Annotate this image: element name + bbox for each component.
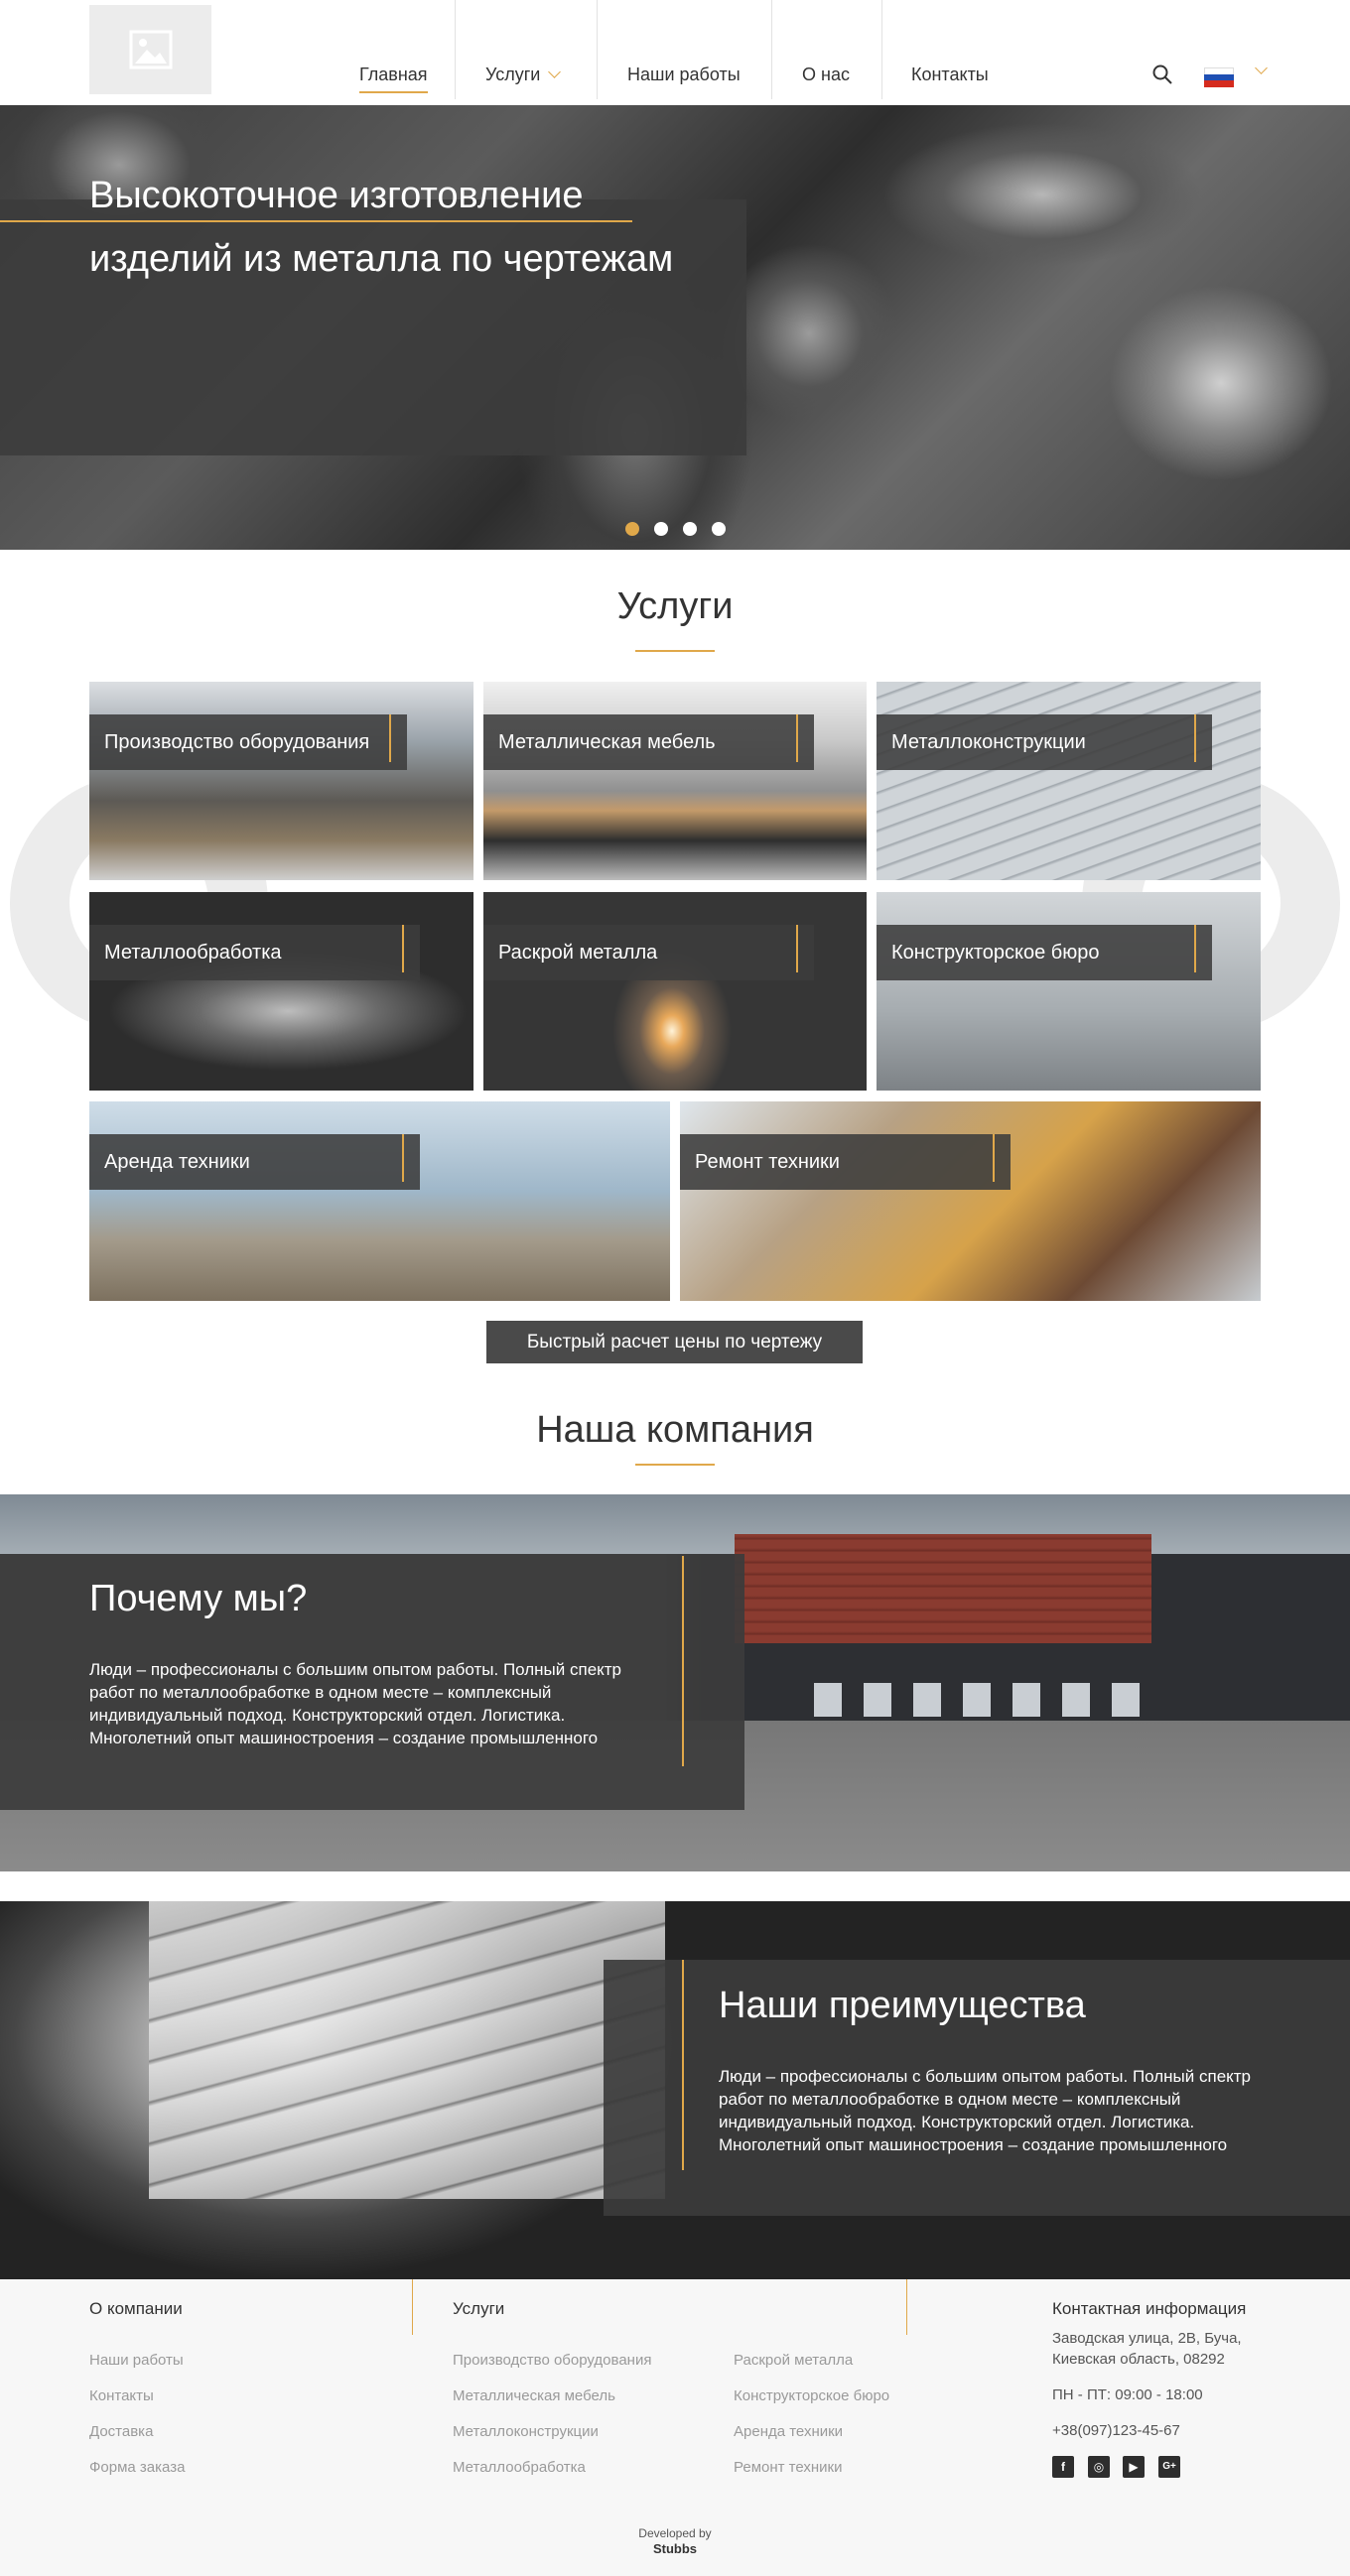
nav-services[interactable]: Услуги	[485, 64, 562, 85]
service-tile-label: Аренда техники	[89, 1134, 420, 1190]
footer-hours: ПН - ПТ: 09:00 - 18:00	[1052, 2386, 1203, 2403]
footer-address: Заводская улица, 2В, Буча, Киевская обла…	[1052, 2328, 1242, 2370]
service-tile-label: Конструкторское бюро	[877, 925, 1212, 980]
youtube-icon[interactable]: ▶	[1123, 2456, 1145, 2478]
service-tile-label: Раскрой металла	[483, 925, 814, 980]
nav-divider	[771, 0, 772, 99]
footer-contact-heading: Контактная информация	[1052, 2299, 1247, 2318]
why-us-accent-bar	[682, 1556, 684, 1766]
advantages-text: Люди – профессионалы с большим опытом ра…	[719, 2067, 1252, 2154]
services-title-underline	[635, 650, 715, 652]
advantages-title: Наши преимущества	[719, 1985, 1086, 2026]
footer-services-heading: Услуги	[453, 2299, 505, 2318]
instagram-icon[interactable]: ◎	[1088, 2456, 1110, 2478]
slider-dot-2[interactable]	[654, 522, 668, 536]
site-header: Главная Услуги Наши работы О нас Контакт…	[0, 0, 1350, 105]
footer-about-heading: О компании	[89, 2299, 183, 2318]
footer-link-cutting[interactable]: Раскрой металла	[734, 2352, 853, 2369]
service-tile-furniture[interactable]: Металлическая мебель	[483, 682, 867, 880]
service-tile-design-bureau[interactable]: Конструкторское бюро	[877, 892, 1261, 1091]
steel-profiles-image	[149, 1901, 665, 2199]
logo-placeholder[interactable]	[89, 5, 211, 94]
footer-link-equipment[interactable]: Производство оборудования	[453, 2352, 651, 2369]
search-icon[interactable]	[1151, 64, 1173, 85]
service-tile-structures[interactable]: Металлоконструкции	[877, 682, 1261, 880]
building-window	[814, 1683, 842, 1717]
nav-home[interactable]: Главная	[359, 64, 428, 93]
service-tile-metalworking[interactable]: Металлообработка	[89, 892, 473, 1091]
service-tile-label: Ремонт техники	[680, 1134, 1011, 1190]
service-tile-rental[interactable]: Аренда техники	[89, 1101, 670, 1301]
hero-title-line2: изделий из металла по чертежам	[89, 238, 674, 280]
building-window	[1112, 1683, 1140, 1717]
company-title: Наша компания	[536, 1409, 814, 1451]
slider-dot-4[interactable]	[712, 522, 726, 536]
building-window	[1012, 1683, 1040, 1717]
footer-link-order-form[interactable]: Форма заказа	[89, 2459, 185, 2476]
building-bricks	[735, 1534, 1151, 1643]
slider-dots	[625, 522, 726, 536]
image-placeholder-icon	[129, 30, 172, 69]
address-line1: Заводская улица, 2В, Буча,	[1052, 2330, 1242, 2347]
language-chevron-down-icon[interactable]	[1255, 62, 1268, 74]
footer-divider	[906, 2279, 907, 2335]
service-tile-label: Производство оборудования	[89, 714, 407, 770]
nav-about[interactable]: О нас	[802, 64, 850, 85]
nav-services-label: Услуги	[485, 64, 541, 84]
footer-link-rental[interactable]: Аренда техники	[734, 2423, 843, 2440]
service-tile-equipment[interactable]: Производство оборудования	[89, 682, 473, 880]
footer-link-metalworking[interactable]: Металлообработка	[453, 2459, 586, 2476]
nav-divider	[597, 0, 598, 99]
hero-accent-line	[0, 220, 632, 222]
nav-divider	[455, 0, 456, 99]
advantages-accent-bar	[682, 1960, 684, 2170]
hero-title-line1: Высокоточное изготовление	[89, 175, 584, 216]
service-tile-label: Металлоконструкции	[877, 714, 1212, 770]
service-tile-cutting[interactable]: Раскрой металла	[483, 892, 867, 1091]
footer-link-design-bureau[interactable]: Конструкторское бюро	[734, 2387, 889, 2404]
slider-dot-1[interactable]	[625, 522, 639, 536]
building-window	[913, 1683, 941, 1717]
company-title-underline	[635, 1464, 715, 1466]
nav-contacts[interactable]: Контакты	[911, 64, 989, 85]
facebook-icon[interactable]: f	[1052, 2456, 1074, 2478]
nav-our-works[interactable]: Наши работы	[627, 64, 741, 85]
service-tile-repair[interactable]: Ремонт техники	[680, 1101, 1261, 1301]
developer-name[interactable]: Stubbs	[0, 2541, 1350, 2556]
language-flag-ru[interactable]	[1204, 67, 1234, 87]
building-window	[1062, 1683, 1090, 1717]
building-window	[864, 1683, 891, 1717]
chevron-down-icon	[548, 65, 562, 78]
footer-link-furniture[interactable]: Металлическая мебель	[453, 2387, 615, 2404]
slider-dot-3[interactable]	[683, 522, 697, 536]
footer-link-contacts[interactable]: Контакты	[89, 2387, 154, 2404]
footer-divider	[412, 2279, 413, 2335]
quick-price-button[interactable]: Быстрый расчет цены по чертежу	[486, 1321, 863, 1363]
footer-link-structures[interactable]: Металлоконструкции	[453, 2423, 599, 2440]
footer-phone[interactable]: +38(097)123-45-67	[1052, 2420, 1180, 2441]
services-title: Услуги	[616, 585, 734, 627]
developed-by-label: Developed by	[638, 2526, 712, 2540]
google-plus-icon[interactable]: G+	[1158, 2456, 1180, 2478]
footer-link-delivery[interactable]: Доставка	[89, 2423, 153, 2440]
why-us-title: Почему мы?	[89, 1578, 308, 1619]
service-tile-label: Металлообработка	[89, 925, 420, 980]
footer-link-our-works[interactable]: Наши работы	[89, 2352, 184, 2369]
nav-divider	[881, 0, 882, 99]
service-tile-label: Металлическая мебель	[483, 714, 814, 770]
hero-title: Высокоточное изготовление изделий из мет…	[89, 164, 764, 291]
address-line2: Киевская область, 08292	[1052, 2351, 1225, 2368]
building-window	[963, 1683, 991, 1717]
footer-link-repair[interactable]: Ремонт техники	[734, 2459, 842, 2476]
why-us-text: Люди – профессионалы с большим опытом ра…	[89, 1660, 622, 1747]
